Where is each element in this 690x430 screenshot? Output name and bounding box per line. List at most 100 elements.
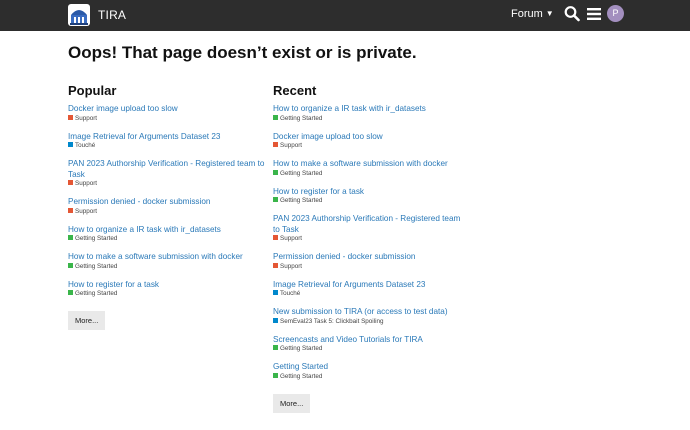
topic-category-label: Getting Started — [75, 235, 118, 242]
topic-category-label: Support — [75, 180, 98, 187]
popular-topic-list: Docker image upload too slow Support Image… — [68, 104, 268, 298]
topic-title-link[interactable]: How to make a software submission with d… — [273, 159, 468, 170]
topic-item: Image Retrieval for Arguments Dataset 23… — [273, 280, 468, 299]
topic-category-label: Getting Started — [280, 197, 323, 204]
topic-category-badge[interactable]: SemEval23 Task 5: Clickbait Spoiling — [273, 317, 468, 326]
topic-category-badge[interactable]: Getting Started — [68, 262, 268, 271]
topic-item: How to make a software submission with d… — [68, 252, 268, 271]
topic-category-label: Support — [280, 235, 303, 242]
popular-more-button[interactable]: More... — [68, 311, 106, 330]
topic-title-link[interactable]: Docker image upload too slow — [273, 132, 468, 143]
category-color-square-icon — [273, 142, 278, 147]
topic-title-link[interactable]: Screencasts and Video Tutorials for TIRA — [273, 335, 468, 346]
category-color-square-icon — [273, 372, 278, 378]
topic-title-link[interactable]: PAN 2023 Authorship Verification - Regis… — [68, 159, 268, 180]
topic-category-label: Getting Started — [280, 372, 323, 380]
forum-dropdown-label: Forum — [511, 8, 543, 20]
topic-item: Getting Started Getting Started — [273, 362, 468, 381]
topic-category-badge[interactable]: Getting Started — [273, 197, 468, 205]
hamburger-menu-icon[interactable] — [586, 6, 602, 22]
topic-category-badge[interactable]: Support — [273, 142, 468, 150]
popular-column: Popular Docker image upload too slow Supp… — [68, 83, 268, 330]
topic-title-link[interactable]: Image Retrieval for Arguments Dataset 23 — [68, 132, 268, 143]
topic-category-badge[interactable]: Getting Started — [68, 235, 268, 243]
topic-category-badge[interactable]: Getting Started — [273, 169, 468, 178]
topic-item: Screencasts and Video Tutorials for TIRA… — [273, 335, 468, 354]
topic-item: How to register for a task Getting Starte… — [273, 187, 468, 206]
recent-topic-list: How to organize a IR task with ir_datase… — [273, 104, 468, 381]
category-color-square-icon — [273, 197, 278, 202]
category-color-square-icon — [68, 207, 73, 213]
topic-item: PAN 2023 Authorship Verification - Regis… — [273, 214, 468, 243]
category-color-square-icon — [273, 169, 278, 175]
topic-title-link[interactable]: How to organize a IR task with ir_datase… — [273, 104, 468, 115]
topic-title-link[interactable]: Getting Started — [273, 362, 468, 373]
category-color-square-icon — [273, 114, 278, 120]
topic-item: How to make a software submission with d… — [273, 159, 468, 178]
topic-category-label: Touché — [280, 290, 301, 297]
category-color-square-icon — [68, 180, 73, 185]
popular-heading: Popular — [68, 83, 117, 98]
topic-category-label: Touché — [75, 142, 96, 149]
topic-category-label: Support — [280, 142, 303, 149]
topic-item: New submission to TIRA (or access to tes… — [273, 307, 468, 326]
recent-more-button[interactable]: More... — [273, 393, 311, 413]
top-header: TIRA Forum ▼ P — [0, 0, 690, 31]
category-color-square-icon — [68, 262, 73, 268]
topic-category-badge[interactable]: Touché — [68, 142, 268, 150]
topic-category-badge[interactable]: Getting Started — [68, 290, 268, 298]
topic-title-link[interactable]: Image Retrieval for Arguments Dataset 23 — [273, 280, 468, 291]
topic-title-link[interactable]: How to make a software submission with d… — [68, 252, 268, 263]
topic-category-badge[interactable]: Getting Started — [273, 372, 468, 381]
topic-category-label: Support — [75, 207, 98, 215]
topic-category-label: Support — [75, 114, 98, 122]
topic-title-link[interactable]: How to organize a IR task with ir_datase… — [68, 225, 268, 236]
topic-item: How to register for a task Getting Starte… — [68, 280, 268, 299]
topic-title-link[interactable]: New submission to TIRA (or access to tes… — [273, 307, 468, 318]
caret-down-icon: ▼ — [545, 9, 554, 18]
category-color-square-icon — [68, 142, 73, 147]
topic-item: PAN 2023 Authorship Verification - Regis… — [68, 159, 268, 188]
topic-item: Image Retrieval for Arguments Dataset 23… — [68, 132, 268, 151]
search-icon[interactable] — [564, 5, 580, 23]
category-color-square-icon — [68, 235, 73, 240]
topic-category-label: Getting Started — [280, 345, 323, 352]
topic-category-label: Getting Started — [280, 114, 323, 122]
topic-category-badge[interactable]: Support — [68, 207, 268, 216]
topic-title-link[interactable]: Permission denied - docker submission — [68, 197, 268, 208]
user-avatar[interactable]: P — [607, 5, 624, 22]
topic-category-badge[interactable]: Support — [273, 235, 468, 243]
category-color-square-icon — [273, 317, 278, 323]
topic-item: How to organize a IR task with ir_datase… — [68, 225, 268, 244]
category-color-square-icon — [273, 290, 278, 295]
page-title: Oops! That page doesn’t exist or is priv… — [68, 43, 417, 62]
topic-category-badge[interactable]: Support — [68, 180, 268, 188]
topic-category-badge[interactable]: Touché — [273, 290, 468, 298]
topic-category-label: Getting Started — [75, 262, 118, 270]
topic-item: How to organize a IR task with ir_datase… — [273, 104, 468, 123]
topic-title-link[interactable]: How to register for a task — [68, 280, 268, 291]
recent-heading: Recent — [273, 83, 317, 98]
topic-category-label: Support — [280, 262, 303, 270]
category-color-square-icon — [273, 345, 278, 350]
topic-title-link[interactable]: Permission denied - docker submission — [273, 252, 468, 263]
topic-category-badge[interactable]: Support — [68, 114, 268, 123]
tira-logo-icon[interactable] — [68, 4, 90, 26]
topic-title-link[interactable]: How to register for a task — [273, 187, 468, 198]
forum-dropdown[interactable]: Forum ▼ — [511, 8, 554, 20]
category-color-square-icon — [273, 235, 278, 240]
topic-category-badge[interactable]: Support — [273, 262, 468, 271]
category-color-square-icon — [68, 114, 73, 120]
topic-category-badge[interactable]: Getting Started — [273, 114, 468, 123]
topic-category-label: Getting Started — [75, 290, 118, 297]
site-title[interactable]: TIRA — [98, 8, 126, 22]
topic-title-link[interactable]: Docker image upload too slow — [68, 104, 268, 115]
topic-title-link[interactable]: PAN 2023 Authorship Verification - Regis… — [273, 214, 468, 235]
topic-item: Docker image upload too slow Support — [273, 132, 468, 151]
recent-column: Recent How to organize a IR task with ir… — [273, 83, 468, 413]
topic-category-badge[interactable]: Getting Started — [273, 345, 468, 353]
category-color-square-icon — [68, 290, 73, 295]
topic-category-label: Getting Started — [280, 169, 323, 177]
topic-item: Permission denied - docker submission Sup… — [68, 197, 268, 216]
topic-category-label: SemEval23 Task 5: Clickbait Spoiling — [280, 317, 384, 325]
